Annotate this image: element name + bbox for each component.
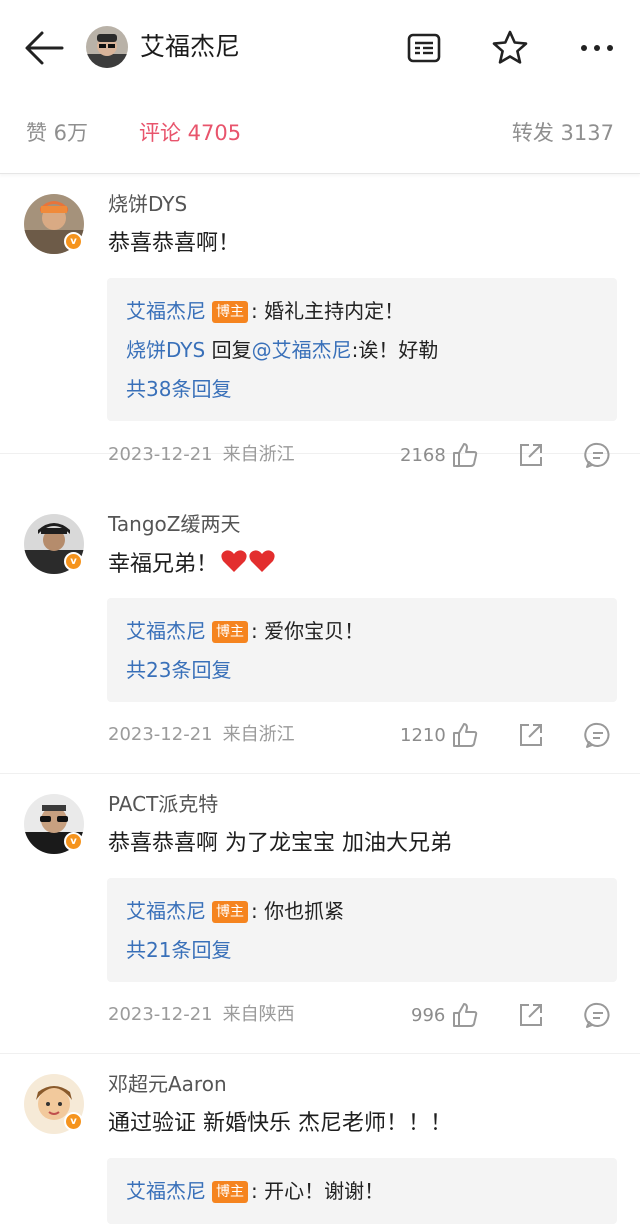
- reply-box[interactable]: 艾福杰尼 博主: 婚礼主持内定！ 烧饼DYS 回复@艾福杰尼:诶！好勒 共38条回…: [107, 278, 617, 421]
- more-replies-link[interactable]: 共23条回复: [126, 651, 598, 690]
- back-button[interactable]: [22, 28, 66, 68]
- tab-likes[interactable]: 赞 6万: [26, 118, 88, 148]
- reply-line: 艾福杰尼 博主: 你也抓紧: [126, 892, 598, 931]
- reply-line: 艾福杰尼 博主: 开心！谢谢！: [126, 1172, 598, 1211]
- comment-meta: 2023-12-21 来自浙江: [108, 722, 295, 748]
- comment-item: v 邓超元Aaron 通过验证 新婚快乐 杰尼老师！！！ 艾福杰尼 博主: 开心！…: [0, 1054, 640, 1224]
- top-bar: 艾福杰尼: [0, 0, 640, 96]
- like-count: 2168: [400, 445, 446, 466]
- thumbs-up-icon: [453, 443, 478, 467]
- reply-author[interactable]: 艾福杰尼: [126, 1179, 206, 1203]
- reply-verb: 回复: [205, 338, 252, 362]
- comment-date: 2023-12-21: [108, 724, 213, 745]
- author-badge: 博主: [212, 301, 248, 323]
- comment-location: 来自浙江: [222, 444, 295, 465]
- favorite-button[interactable]: [490, 28, 530, 68]
- reply-text: : 开心！谢谢！: [251, 1179, 385, 1203]
- comment-icon: [584, 442, 610, 468]
- author-avatar[interactable]: [86, 26, 128, 68]
- more-replies-link[interactable]: 共38条回复: [126, 370, 598, 409]
- reply-author[interactable]: 艾福杰尼: [126, 899, 206, 923]
- share-icon: [520, 724, 542, 746]
- reply-author[interactable]: 艾福杰尼: [126, 619, 206, 643]
- share-button[interactable]: [516, 720, 546, 750]
- comment-username[interactable]: PACT派克特: [108, 790, 218, 818]
- reply-author[interactable]: 烧饼DYS: [126, 338, 205, 362]
- comment-text: 恭喜恭喜啊 为了龙宝宝 加油大兄弟: [108, 831, 452, 856]
- author-badge: 博主: [212, 621, 248, 643]
- more-button[interactable]: [578, 28, 618, 68]
- comment-text: 通过验证 新婚快乐 杰尼老师！！！: [108, 1111, 452, 1136]
- reply-button[interactable]: [583, 720, 613, 750]
- author-badge: 博主: [212, 901, 248, 923]
- verified-badge: v: [64, 232, 83, 251]
- comment-list: v 烧饼DYS 恭喜恭喜啊！ 艾福杰尼 博主: 婚礼主持内定！ 烧饼DYS 回复@…: [0, 174, 640, 1224]
- reply-line: 艾福杰尼 博主: 婚礼主持内定！: [126, 292, 598, 331]
- thumbs-up-icon: [453, 1003, 478, 1027]
- more-replies-link[interactable]: 共21条回复: [126, 931, 598, 970]
- like-button[interactable]: [450, 720, 480, 750]
- article-icon: [407, 33, 441, 63]
- comment-location: 来自陕西: [222, 1004, 295, 1025]
- tab-comments[interactable]: 评论 4705: [139, 118, 241, 148]
- reply-box[interactable]: 艾福杰尼 博主: 你也抓紧 共21条回复: [107, 878, 617, 982]
- verified-badge: v: [64, 1112, 83, 1131]
- comment-username[interactable]: 烧饼DYS: [108, 190, 187, 218]
- reply-text: :诶！好勒: [351, 338, 439, 362]
- tab-reposts[interactable]: 转发 3137: [512, 118, 614, 148]
- heart-emoji-icon: [221, 550, 275, 572]
- reply-text: : 你也抓紧: [251, 899, 345, 923]
- like-button[interactable]: [450, 440, 480, 470]
- reply-line: 烧饼DYS 回复@艾福杰尼:诶！好勒: [126, 331, 598, 370]
- more-icon: [581, 45, 613, 51]
- page-title: 艾福杰尼: [140, 32, 241, 61]
- verified-badge: v: [64, 832, 83, 851]
- comment-text: 幸福兄弟！: [108, 548, 278, 581]
- reply-button[interactable]: [583, 440, 613, 470]
- comment-item: v 烧饼DYS 恭喜恭喜啊！ 艾福杰尼 博主: 婚礼主持内定！ 烧饼DYS 回复@…: [0, 174, 640, 468]
- reply-box[interactable]: 艾福杰尼 博主: 开心！谢谢！: [107, 1158, 617, 1224]
- reply-box[interactable]: 艾福杰尼 博主: 爱你宝贝！ 共23条回复: [107, 598, 617, 702]
- like-button[interactable]: [450, 1000, 480, 1030]
- verified-badge: v: [64, 552, 83, 571]
- comment-meta: 2023-12-21 来自浙江: [108, 442, 295, 468]
- share-button[interactable]: [516, 1000, 546, 1030]
- share-icon: [520, 444, 542, 466]
- star-icon: [492, 30, 528, 64]
- reply-text: : 爱你宝贝！: [251, 619, 365, 643]
- reply-button[interactable]: [583, 1000, 613, 1030]
- comment-date: 2023-12-21: [108, 444, 213, 465]
- comment-item: v PACT派克特 恭喜恭喜啊 为了龙宝宝 加油大兄弟 艾福杰尼 博主: 你也抓紧…: [0, 774, 640, 1054]
- article-button[interactable]: [404, 28, 444, 68]
- share-button[interactable]: [516, 440, 546, 470]
- comment-text: 恭喜恭喜啊！: [108, 231, 241, 256]
- thumbs-up-icon: [453, 723, 478, 747]
- arrow-left-icon: [25, 31, 64, 65]
- share-icon: [520, 1004, 542, 1026]
- comment-icon: [584, 1002, 610, 1028]
- comment-username[interactable]: TangoZ缓两天: [108, 510, 240, 538]
- like-count: 996: [411, 1005, 446, 1026]
- comment-item: v TangoZ缓两天 幸福兄弟！ 艾福杰尼 博主: 爱你宝贝！ 共23条回复 2…: [0, 494, 640, 774]
- comment-meta: 2023-12-21 来自陕西: [108, 1002, 295, 1028]
- author-badge: 博主: [212, 1181, 248, 1203]
- comment-date: 2023-12-21: [108, 1004, 213, 1025]
- like-count: 1210: [400, 725, 446, 746]
- tab-bar: 赞 6万 评论 4705 转发 3137: [0, 96, 640, 174]
- comment-location: 来自浙江: [222, 724, 295, 745]
- reply-mention[interactable]: @艾福杰尼: [252, 338, 352, 362]
- reply-author[interactable]: 艾福杰尼: [126, 299, 206, 323]
- reply-text: : 婚礼主持内定！: [251, 299, 405, 323]
- comment-username[interactable]: 邓超元Aaron: [108, 1070, 227, 1098]
- reply-line: 艾福杰尼 博主: 爱你宝贝！: [126, 612, 598, 651]
- comment-icon: [584, 722, 610, 748]
